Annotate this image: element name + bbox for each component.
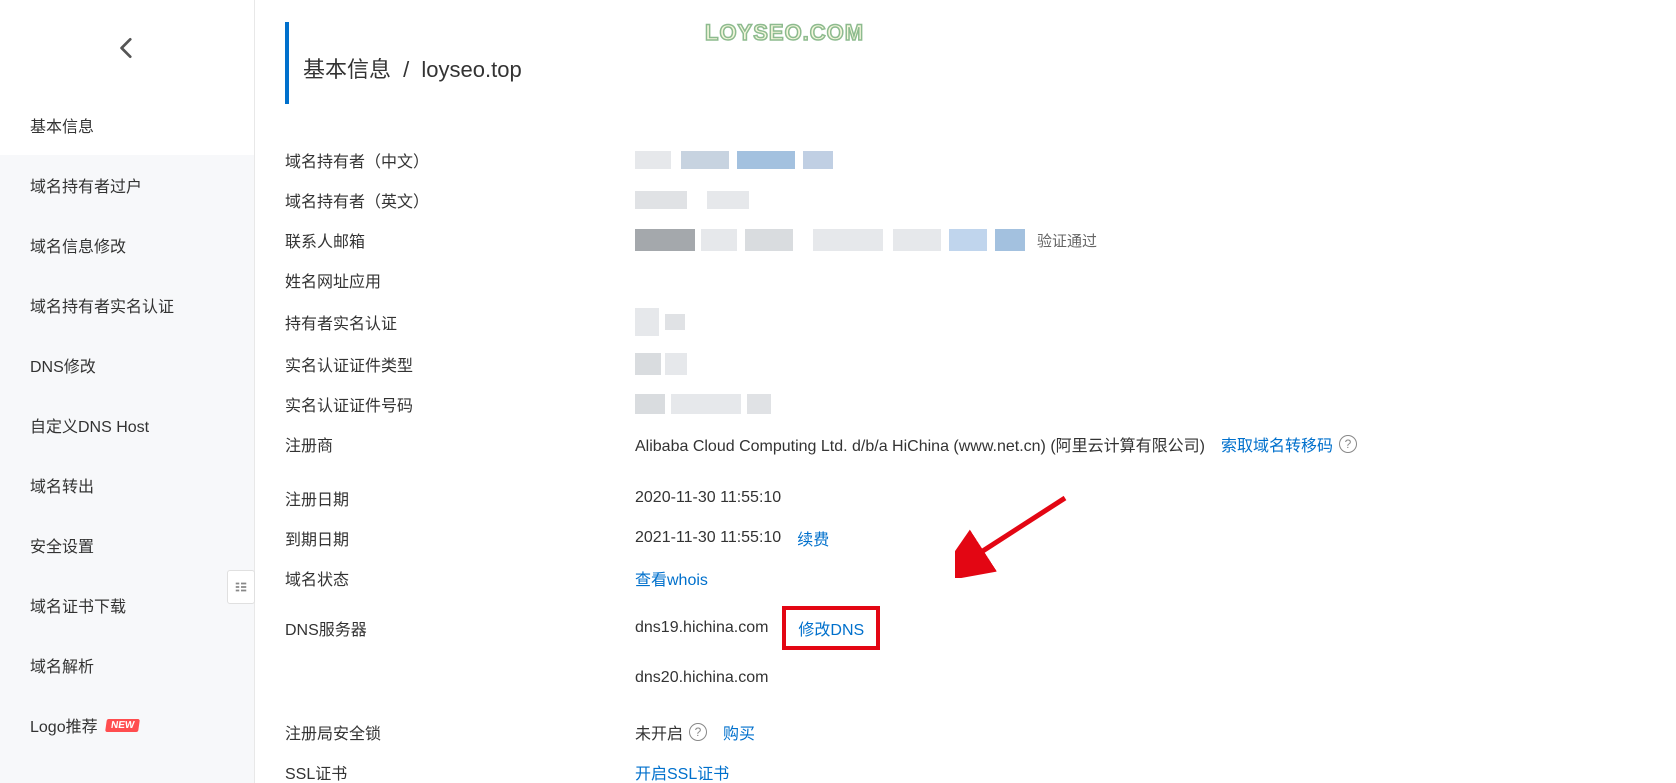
field-value: dns19.hichina.com 修改DNS	[635, 606, 880, 650]
chevron-left-icon	[114, 35, 140, 61]
field-label: 域名持有者（英文）	[285, 188, 635, 212]
sidebar-item-custom-dns-host[interactable]: 自定义DNS Host	[0, 395, 254, 455]
field-label: 注册日期	[285, 486, 635, 510]
sidebar-item-label: 域名持有者实名认证	[30, 293, 174, 317]
field-value: 2021-11-30 11:55:10 续费	[635, 526, 829, 550]
field-value: Alibaba Cloud Computing Ltd. d/b/a HiChi…	[635, 432, 1357, 456]
annotation-highlight: 修改DNS	[782, 606, 880, 650]
modify-dns-link[interactable]: 修改DNS	[798, 622, 864, 639]
main-content: 基本信息 / loyseo.top 域名持有者（中文） 域名持有者（英文） 联系…	[255, 0, 1676, 783]
email-verify-status: 验证通过	[1037, 230, 1097, 251]
breadcrumb-sep: /	[403, 57, 409, 82]
buy-lock-link[interactable]: 购买	[723, 720, 755, 744]
back-button[interactable]	[0, 0, 254, 95]
field-label: 域名状态	[285, 566, 635, 590]
field-label: 联系人邮箱	[285, 228, 635, 252]
sidebar-item-transfer-out[interactable]: 域名转出	[0, 455, 254, 515]
field-value: 2020-11-30 11:55:10	[635, 489, 781, 507]
row-dns-server-2: dns20.hichina.com	[285, 658, 1646, 698]
field-label: SSL证书	[285, 760, 635, 783]
field-value: 未开启 ? 购买	[635, 720, 755, 744]
enable-ssl-link[interactable]: 开启SSL证书	[635, 760, 729, 783]
sidebar-item-cert-download[interactable]: 域名证书下载	[0, 575, 254, 635]
field-label: 姓名网址应用	[285, 268, 635, 292]
row-reg-date: 注册日期 2020-11-30 11:55:10	[285, 478, 1646, 518]
get-transfer-code-link[interactable]: 索取域名转移码	[1221, 432, 1333, 456]
field-label: 域名持有者（中文）	[285, 148, 635, 172]
row-name-url-app: 姓名网址应用	[285, 260, 1646, 300]
sidebar-collapse-handle[interactable]	[227, 570, 255, 604]
row-holder-realname: 持有者实名认证	[285, 300, 1646, 344]
registrar-value: Alibaba Cloud Computing Ltd. d/b/a HiChi…	[635, 432, 1205, 456]
field-label: 实名认证证件类型	[285, 352, 635, 376]
field-value: 查看whois	[635, 566, 708, 590]
sidebar-item-label: 安全设置	[30, 533, 94, 557]
sidebar-item-holder-transfer[interactable]: 域名持有者过户	[0, 155, 254, 215]
sidebar-item-basic-info[interactable]: 基本信息	[0, 95, 254, 155]
sidebar-item-label: 基本信息	[30, 113, 94, 137]
sidebar-item-label: DNS修改	[30, 353, 96, 377]
field-value: 开启SSL证书	[635, 760, 729, 783]
field-label: 到期日期	[285, 526, 635, 550]
field-label: 实名认证证件号码	[285, 392, 635, 416]
collapse-icon	[234, 580, 248, 594]
new-badge: NEW	[105, 719, 140, 732]
sidebar-item-label: 域名证书下载	[30, 593, 126, 617]
row-realname-cert-type: 实名认证证件类型	[285, 344, 1646, 384]
row-ssl-cert: SSL证书 开启SSL证书	[285, 752, 1646, 783]
row-exp-date: 到期日期 2021-11-30 11:55:10 续费	[285, 518, 1646, 558]
field-label: DNS服务器	[285, 616, 635, 640]
field-label: 注册商	[285, 432, 635, 456]
sidebar-item-label: 域名解析	[30, 653, 94, 677]
sidebar-item-info-modify[interactable]: 域名信息修改	[0, 215, 254, 275]
row-realname-cert-no: 实名认证证件号码	[285, 384, 1646, 424]
sidebar-item-security[interactable]: 安全设置	[0, 515, 254, 575]
sidebar-item-label: 域名转出	[30, 473, 94, 497]
row-dns-server: DNS服务器 dns19.hichina.com 修改DNS	[285, 598, 1646, 658]
field-value-redacted	[635, 151, 833, 169]
renew-link[interactable]: 续费	[797, 526, 829, 550]
sidebar-item-label: Logo推荐	[30, 713, 98, 737]
field-label: 注册局安全锁	[285, 720, 635, 744]
sidebar-item-label: 自定义DNS Host	[30, 413, 149, 437]
exp-date-value: 2021-11-30 11:55:10	[635, 529, 781, 547]
row-registrar: 注册商 Alibaba Cloud Computing Ltd. d/b/a H…	[285, 424, 1646, 464]
row-holder-cn: 域名持有者（中文）	[285, 140, 1646, 180]
help-icon[interactable]: ?	[689, 723, 707, 741]
row-contact-email: 联系人邮箱 验证通过	[285, 220, 1646, 260]
sidebar-item-domain-resolve[interactable]: 域名解析	[0, 635, 254, 695]
field-value-redacted	[635, 353, 687, 375]
field-label: 持有者实名认证	[285, 310, 635, 334]
breadcrumb-section: 基本信息	[303, 57, 391, 82]
sidebar-item-label: 域名持有者过户	[30, 173, 142, 197]
sidebar-item-label: 域名信息修改	[30, 233, 126, 257]
dns-server-2: dns20.hichina.com	[635, 669, 768, 687]
breadcrumb-domain: loyseo.top	[421, 57, 521, 82]
dns-server-1: dns19.hichina.com	[635, 619, 768, 637]
field-value-redacted	[635, 308, 685, 336]
sidebar: 基本信息 域名持有者过户 域名信息修改 域名持有者实名认证 DNS修改 自定义D…	[0, 0, 255, 783]
row-holder-en: 域名持有者（英文）	[285, 180, 1646, 220]
field-value-redacted	[635, 191, 749, 209]
field-value: dns20.hichina.com	[635, 669, 768, 687]
sidebar-item-realname-auth[interactable]: 域名持有者实名认证	[0, 275, 254, 335]
field-value-redacted: 验证通过	[635, 229, 1097, 251]
registry-lock-value: 未开启	[635, 720, 683, 744]
breadcrumb: 基本信息 / loyseo.top	[285, 22, 1646, 104]
row-domain-status: 域名状态 查看whois	[285, 558, 1646, 598]
sidebar-item-logo-recommend[interactable]: Logo推荐 NEW	[0, 695, 254, 755]
row-registry-lock: 注册局安全锁 未开启 ? 购买	[285, 712, 1646, 752]
field-value-redacted	[635, 394, 771, 414]
view-whois-link[interactable]: 查看whois	[635, 566, 708, 590]
sidebar-item-dns-modify[interactable]: DNS修改	[0, 335, 254, 395]
help-icon[interactable]: ?	[1339, 435, 1357, 453]
